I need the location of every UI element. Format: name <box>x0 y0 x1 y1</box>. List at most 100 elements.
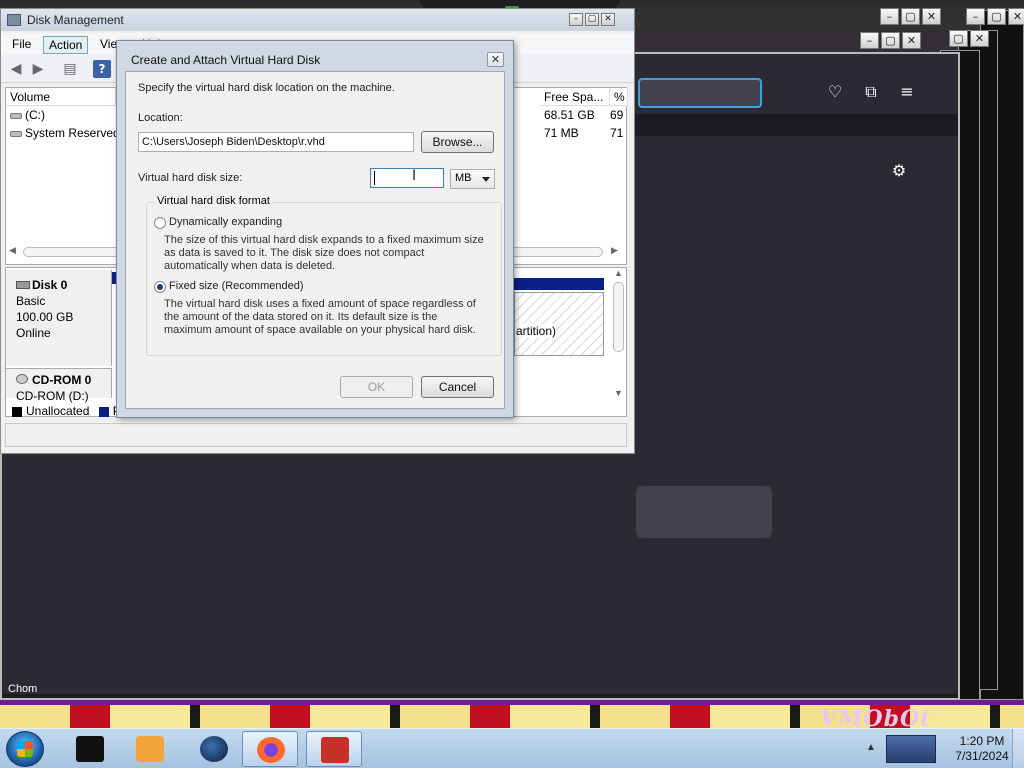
disk-0-label[interactable]: Disk 0 Basic 100.00 GB Online <box>6 270 112 366</box>
table-row[interactable]: System Reserved <box>10 126 120 140</box>
radio-fixed[interactable] <box>154 281 166 293</box>
close-icon[interactable]: ✕ <box>922 8 941 25</box>
radio-dynamic[interactable] <box>154 217 166 229</box>
scroll-up-icon[interactable]: ▲ <box>614 268 623 278</box>
bg-window-caption-buttons-2: – ▢ ✕ <box>966 8 1024 25</box>
scroll-left-icon[interactable]: ◀ <box>9 245 16 256</box>
media-player-icon <box>136 736 164 762</box>
tray-app-icon[interactable] <box>886 735 936 763</box>
pocket-icon[interactable]: ♡ <box>824 81 846 103</box>
taskbar-disk-management[interactable] <box>306 731 362 767</box>
tray-expand-icon[interactable]: ▲ <box>866 742 876 753</box>
start-button[interactable] <box>6 731 44 767</box>
maximize-icon[interactable]: ▢ <box>901 8 920 25</box>
legend-label: Unallocated <box>26 404 90 418</box>
close-icon[interactable]: ✕ <box>902 32 921 49</box>
system-tray: ▲ 1:20 PM 7/31/2024 <box>862 731 1024 767</box>
scroll-thumb[interactable] <box>613 282 624 352</box>
toolbox-icon <box>321 737 349 763</box>
close-icon[interactable]: ✕ <box>601 13 615 26</box>
cdrom-type: CD-ROM (D:) <box>16 389 89 403</box>
dialog-body: Specify the virtual hard disk location o… <box>125 71 505 409</box>
size-field[interactable] <box>370 168 444 188</box>
size-unit-select[interactable]: MB <box>450 169 495 189</box>
legend: Unallocated P <box>12 404 121 418</box>
minimize-icon[interactable]: – <box>966 8 985 25</box>
minimize-icon[interactable]: – <box>880 8 899 25</box>
location-label: Location: <box>138 112 183 124</box>
properties-icon[interactable]: ▤ <box>61 60 79 78</box>
option-dynamic-description: The size of this virtual hard disk expan… <box>164 234 484 272</box>
maximize-icon[interactable]: ▢ <box>987 8 1006 25</box>
instruction-text: Specify the virtual hard disk location o… <box>138 82 395 94</box>
title-bar[interactable]: Disk Management – ▢ ✕ <box>1 9 634 31</box>
maximize-icon[interactable]: ▢ <box>585 13 599 26</box>
firefox-icon <box>257 737 285 763</box>
taskbar-firefox[interactable] <box>242 731 298 767</box>
windows-logo-icon <box>17 741 33 757</box>
menu-action[interactable]: Action <box>43 36 89 54</box>
volume-percent: 71 <box>610 126 624 140</box>
column-percent[interactable]: % <box>610 88 628 106</box>
address-bar[interactable] <box>638 78 762 108</box>
column-free-space[interactable]: Free Spa... <box>540 88 610 106</box>
maximize-icon[interactable]: ▢ <box>881 32 900 49</box>
option-fixed-label[interactable]: Fixed size (Recommended) <box>169 280 304 292</box>
menu-file[interactable]: File <box>7 36 36 52</box>
minimize-icon[interactable]: – <box>569 13 583 26</box>
scroll-right-icon[interactable]: ▶ <box>611 245 618 256</box>
size-label: Virtual hard disk size: <box>138 172 243 184</box>
format-groupbox: Virtual hard disk format Dynamically exp… <box>146 195 502 356</box>
dialog-title: Create and Attach Virtual Hard Disk <box>131 53 321 67</box>
close-icon[interactable]: ✕ <box>1008 8 1024 25</box>
terminal-icon <box>76 736 104 762</box>
drive-icon <box>10 131 22 137</box>
legend-swatch-primary <box>98 406 109 417</box>
text-caret <box>374 171 375 185</box>
drive-icon <box>10 113 22 119</box>
scroll-down-icon[interactable]: ▼ <box>614 388 623 398</box>
disk-size: 100.00 GB <box>16 310 74 324</box>
disk-management-icon <box>7 14 21 26</box>
option-dynamic-label[interactable]: Dynamically expanding <box>169 216 282 228</box>
maximize-icon[interactable]: ▢ <box>949 30 968 47</box>
taskbar-network[interactable] <box>186 731 242 767</box>
cancel-button[interactable]: Cancel <box>421 376 494 398</box>
forward-arrow-icon[interactable]: ▶ <box>29 60 47 78</box>
bg-window-caption-buttons-1: – ▢ ✕ <box>880 8 941 25</box>
taskbar-media-player[interactable] <box>122 731 178 767</box>
bg-window-caption-buttons-3: ▢ ✕ <box>949 30 989 47</box>
hard-disk-icon <box>16 281 30 289</box>
status-bar <box>5 423 627 447</box>
volume-name: System Reserved <box>25 126 120 140</box>
size-unit-value: MB <box>455 172 472 184</box>
ibeam-cursor-icon: I <box>412 168 417 184</box>
close-icon[interactable]: ✕ <box>487 52 504 67</box>
clock-time: 1:20 PM <box>959 734 1005 748</box>
disk-type: Basic <box>16 294 46 308</box>
browser-status-text: Chom <box>8 683 38 695</box>
gear-icon[interactable]: ⚙ <box>888 160 910 182</box>
show-desktop-button[interactable] <box>1012 729 1024 768</box>
minimize-icon[interactable]: – <box>860 32 879 49</box>
help-icon[interactable]: ? <box>93 60 111 78</box>
content-card[interactable] <box>636 486 772 538</box>
column-volume[interactable]: Volume <box>6 88 116 106</box>
back-arrow-icon[interactable]: ◀ <box>7 60 25 78</box>
vertical-scrollbar[interactable]: ▲ ▼ <box>612 268 626 402</box>
legend-swatch-unallocated <box>12 406 22 417</box>
clock[interactable]: 1:20 PM 7/31/2024 <box>942 734 1022 764</box>
extensions-icon[interactable]: ⧉ <box>860 81 882 103</box>
taskbar: ▲ 1:20 PM 7/31/2024 <box>0 728 1024 768</box>
location-field[interactable] <box>138 132 414 152</box>
partition-label: artition) <box>516 324 557 338</box>
close-icon[interactable]: ✕ <box>970 30 989 47</box>
menu-icon[interactable]: ≡ <box>896 81 918 103</box>
browse-button[interactable]: Browse... <box>421 131 494 153</box>
chevron-down-icon <box>482 177 490 182</box>
cdrom-0-label[interactable]: CD-ROM 0 CD-ROM (D:) <box>6 368 112 403</box>
taskbar-terminal[interactable] <box>62 731 118 767</box>
window-title: Disk Management <box>27 13 124 27</box>
table-row[interactable]: (C:) <box>10 108 45 122</box>
ok-button[interactable]: OK <box>340 376 413 398</box>
